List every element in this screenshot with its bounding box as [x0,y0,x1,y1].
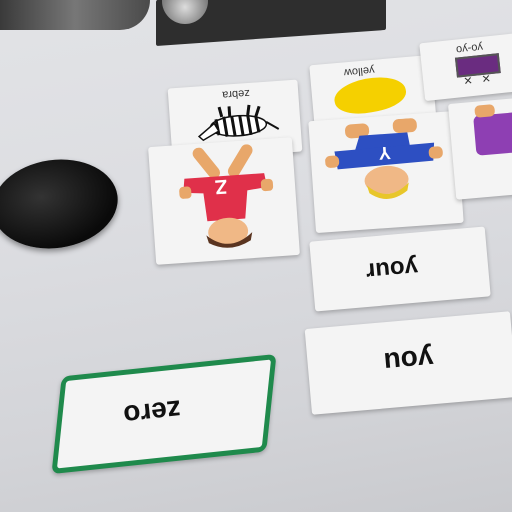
partial-person-card[interactable] [447,96,512,200]
you-label: you [382,343,435,379]
zero-label: zero [121,394,183,432]
z-letter: Z [214,174,228,198]
z-person-picture [179,144,274,248]
yellow-blob [331,71,409,119]
zero-card[interactable]: zero [51,353,277,475]
yoyo-card[interactable]: yo-yo ✕ ✕ [419,32,512,102]
y-person-picture [325,118,443,199]
y-letter: Y [377,142,392,164]
y-person-card[interactable]: Y [308,110,464,234]
yoyo-label: yo-yo [455,40,484,56]
dark-object-top-left [0,0,150,30]
black-disc [0,151,124,257]
you-card[interactable]: you [304,311,512,415]
partial-skin [474,104,496,118]
yoyo-marks: ✕ ✕ [462,72,495,88]
yellow-label: yellow [343,63,375,79]
your-card[interactable]: your [309,226,491,312]
zebra-label: zebra [221,86,251,101]
partial-purple-shirt [473,110,512,156]
photo-scene: zebra yellow yo-yo ✕ ✕ Z Y your you zero [0,0,512,512]
your-label: your [364,253,420,285]
z-person-card[interactable]: Z [148,137,300,265]
